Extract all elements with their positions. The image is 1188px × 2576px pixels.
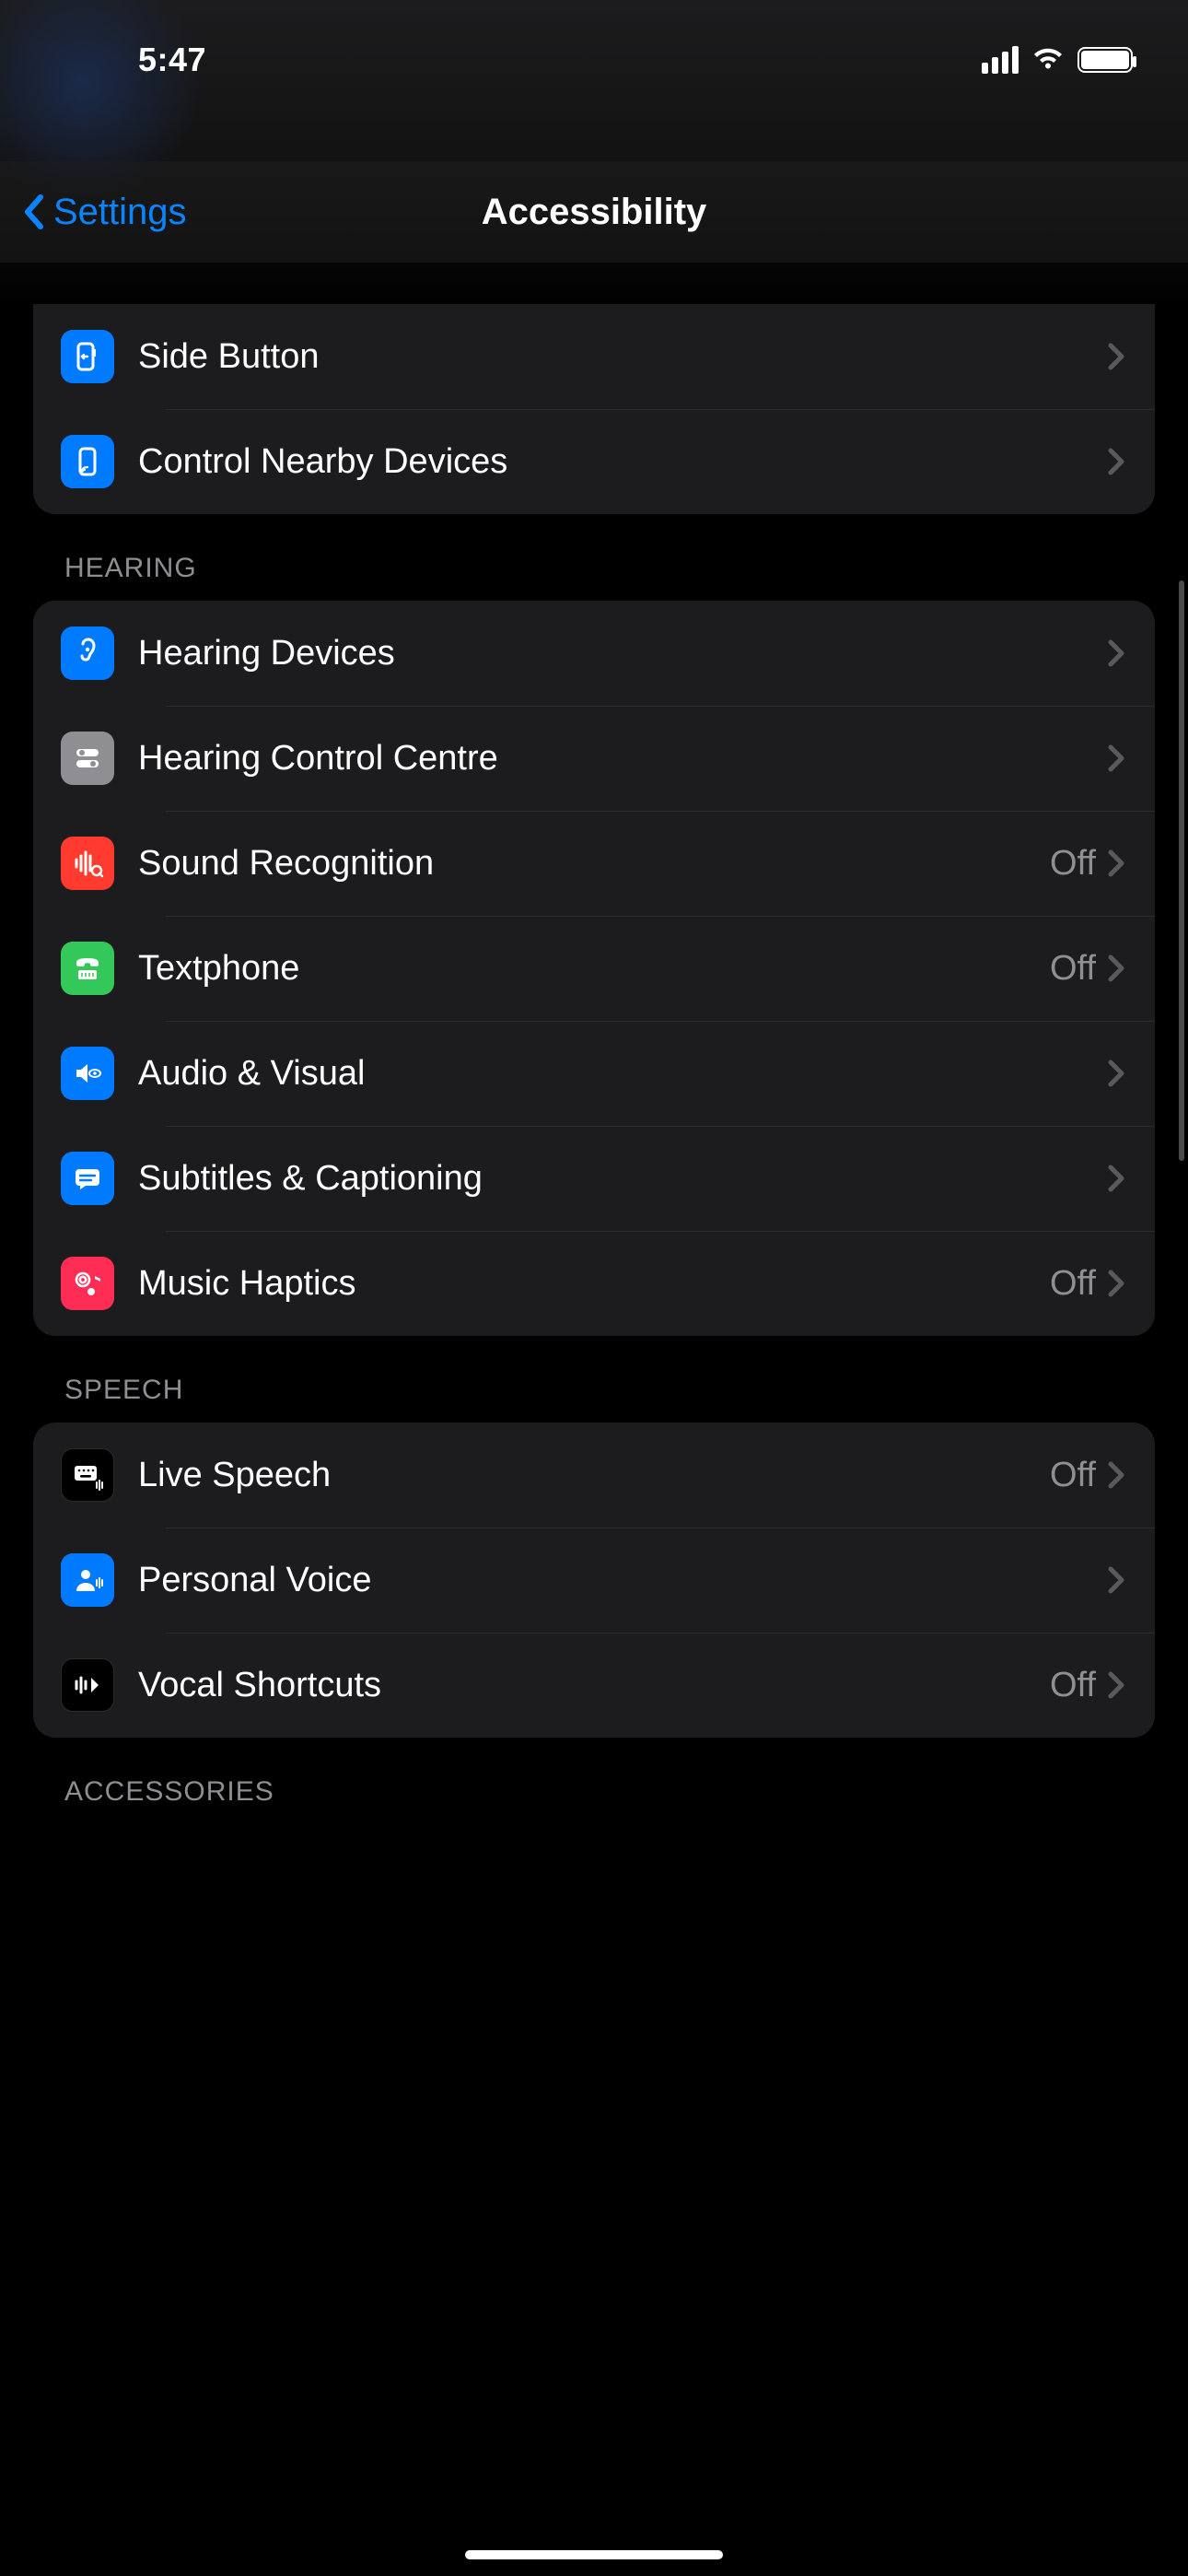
section-header: HEARING <box>33 514 1155 601</box>
row-label: Textphone <box>138 949 1050 989</box>
chevron-right-icon <box>1107 952 1127 985</box>
chevron-right-icon <box>1107 340 1127 373</box>
row-label: Live Speech <box>138 1456 1050 1495</box>
cellular-icon <box>982 46 1019 74</box>
nearby-devices-icon <box>61 435 114 488</box>
settings-row-control-nearby-devices[interactable]: Control Nearby Devices <box>33 409 1155 514</box>
settings-row-audio-visual[interactable]: Audio & Visual <box>33 1021 1155 1126</box>
row-label: Audio & Visual <box>138 1054 1107 1094</box>
person-voice-icon <box>61 1553 114 1607</box>
status-indicators <box>982 46 1133 74</box>
settings-row-hearing-control-centre[interactable]: Hearing Control Centre <box>33 706 1155 811</box>
wifi-icon <box>1031 47 1065 73</box>
settings-row-hearing-devices[interactable]: Hearing Devices <box>33 601 1155 706</box>
settings-row-textphone[interactable]: TextphoneOff <box>33 916 1155 1021</box>
settings-group: Hearing Devices Hearing Control Centre Sou… <box>33 601 1155 1336</box>
row-label: Hearing Control Centre <box>138 739 1107 779</box>
row-label: Personal Voice <box>138 1561 1107 1600</box>
back-button[interactable]: Settings <box>22 192 187 233</box>
keyboard-icon <box>61 1448 114 1502</box>
chevron-right-icon <box>1107 742 1127 775</box>
settings-row-side-button[interactable]: Side Button <box>33 304 1155 409</box>
row-value: Off <box>1050 844 1096 884</box>
chevron-right-icon <box>1107 1162 1127 1195</box>
textphone-icon <box>61 942 114 995</box>
row-label: Subtitles & Captioning <box>138 1159 1107 1199</box>
settings-row-sound-recognition[interactable]: Sound RecognitionOff <box>33 811 1155 916</box>
status-time: 5:47 <box>138 41 206 79</box>
settings-row-vocal-shortcuts[interactable]: Vocal ShortcutsOff <box>33 1633 1155 1738</box>
caption-icon <box>61 1152 114 1205</box>
screen: { "status": { "time": "5:47" }, "nav": {… <box>0 0 1188 2576</box>
row-label: Control Nearby Devices <box>138 442 1107 482</box>
settings-group: Live SpeechOffPersonal VoiceVocal Shortc… <box>33 1423 1155 1738</box>
vocal-shortcut-icon <box>61 1658 114 1712</box>
nav-bar: Settings Accessibility <box>0 161 1188 263</box>
status-bar: 5:47 <box>0 0 1188 101</box>
chevron-right-icon <box>1107 1458 1127 1492</box>
row-value: Off <box>1050 949 1096 989</box>
section-header: ACCESSORIES <box>33 1738 1155 1824</box>
chevron-right-icon <box>1107 847 1127 880</box>
row-value: Off <box>1050 1666 1096 1705</box>
chevron-right-icon <box>1107 445 1127 478</box>
chevron-right-icon <box>1107 1057 1127 1090</box>
section-header: SPEECH <box>33 1336 1155 1423</box>
chevron-right-icon <box>1107 637 1127 670</box>
chevron-right-icon <box>1107 1669 1127 1702</box>
back-label: Settings <box>53 192 187 233</box>
settings-row-live-speech[interactable]: Live SpeechOff <box>33 1423 1155 1528</box>
row-label: Sound Recognition <box>138 844 1050 884</box>
settings-content[interactable]: Side Button Control Nearby Devices HEARING… <box>0 263 1188 2576</box>
settings-row-subtitles-captioning[interactable]: Subtitles & Captioning <box>33 1126 1155 1231</box>
chevron-right-icon <box>1107 1563 1127 1597</box>
side-button-icon <box>61 330 114 383</box>
music-note-icon <box>61 1257 114 1310</box>
page-title: Accessibility <box>482 192 707 233</box>
row-label: Hearing Devices <box>138 634 1107 673</box>
settings-row-music-haptics[interactable]: Music HapticsOff <box>33 1231 1155 1336</box>
chevron-right-icon <box>1107 1267 1127 1300</box>
settings-group: Side Button Control Nearby Devices <box>33 304 1155 514</box>
switches-icon <box>61 732 114 785</box>
battery-icon <box>1077 47 1133 73</box>
soundwave-icon <box>61 837 114 890</box>
settings-row-personal-voice[interactable]: Personal Voice <box>33 1528 1155 1633</box>
ear-icon <box>61 626 114 680</box>
row-value: Off <box>1050 1264 1096 1304</box>
row-label: Side Button <box>138 337 1107 377</box>
speaker-eye-icon <box>61 1047 114 1100</box>
chevron-left-icon <box>22 192 48 232</box>
row-label: Vocal Shortcuts <box>138 1666 1050 1705</box>
row-label: Music Haptics <box>138 1264 1050 1304</box>
row-value: Off <box>1050 1456 1096 1495</box>
